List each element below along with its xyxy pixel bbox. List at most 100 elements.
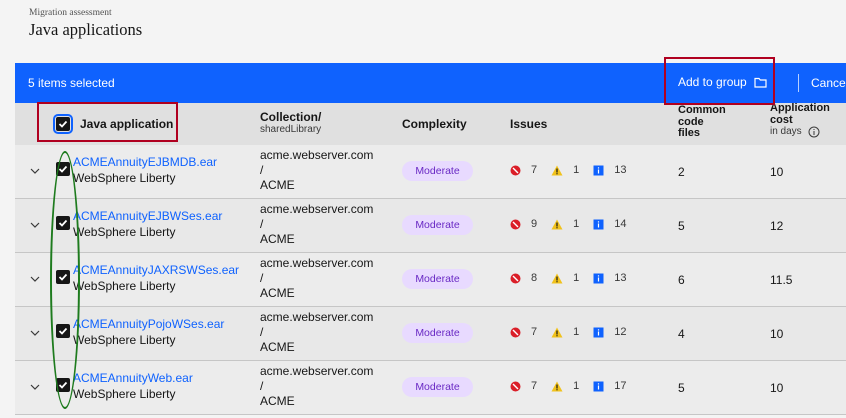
application-link[interactable]: ACMEAnnuityPojoWSes.ear [73, 317, 224, 331]
table-row: ACMEAnnuityPojoWSes.ear WebSphere Libert… [15, 307, 846, 361]
issues-cell: 7 1 13 [510, 164, 641, 176]
issues-cell: 8 1 13 [510, 272, 641, 284]
table-row: ACMEAnnuityWeb.ear WebSphere Liberty acm… [15, 361, 846, 415]
application-link[interactable]: ACMEAnnuityJAXRSWSes.ear [73, 263, 239, 277]
runtime-label: WebSphere Liberty [73, 387, 176, 401]
critical-count: 8 [531, 272, 538, 284]
error-filled-icon [510, 381, 521, 391]
folder-icon [754, 77, 767, 88]
warning-alt-filled-icon [551, 219, 563, 229]
checkmark-icon [58, 381, 68, 389]
page-title: Java applications [29, 20, 143, 39]
row-checkbox[interactable] [56, 162, 70, 176]
warning-count: 1 [573, 164, 580, 176]
application-cost-value: 10 [770, 327, 784, 341]
collection-library: ACME [260, 178, 295, 192]
column-issues[interactable]: Issues [510, 117, 547, 131]
info-count: 13 [614, 164, 627, 176]
application-link[interactable]: ACMEAnnuityWeb.ear [73, 371, 193, 385]
complexity-tag: Moderate [402, 215, 473, 235]
issues-cell: 9 1 14 [510, 218, 641, 230]
common-code-files-value: 2 [678, 165, 685, 179]
application-cost-value: 10 [770, 165, 784, 179]
collection-separator: / [260, 325, 264, 339]
collection-host: acme.webserver.com [260, 202, 374, 216]
checkmark-icon [58, 327, 68, 335]
column-application-cost[interactable]: Application cost in days [770, 102, 830, 138]
collection-cell: acme.webserver.com / ACME [260, 202, 373, 247]
checkmark-icon [58, 273, 68, 281]
complexity-tag: Moderate [402, 323, 473, 343]
common-code-files-value: 5 [678, 219, 685, 233]
collection-host: acme.webserver.com [260, 310, 374, 324]
critical-count: 7 [531, 164, 538, 176]
runtime-label: WebSphere Liberty [73, 225, 176, 239]
complexity-tag: Moderate [402, 269, 473, 289]
row-checkbox[interactable] [56, 216, 70, 230]
chevron-down-icon[interactable] [30, 381, 40, 393]
collection-cell: acme.webserver.com / ACME [260, 364, 373, 409]
runtime-label: WebSphere Liberty [73, 279, 176, 293]
collection-library: ACME [260, 232, 295, 246]
application-link[interactable]: ACMEAnnuityEJBWSes.ear [73, 209, 222, 223]
warning-alt-filled-icon [551, 273, 563, 283]
collection-cell: acme.webserver.com / ACME [260, 256, 373, 301]
checkmark-icon [58, 219, 68, 227]
collection-library: ACME [260, 286, 295, 300]
chevron-down-icon[interactable] [30, 165, 40, 177]
table-row: ACMEAnnuityJAXRSWSes.ear WebSphere Liber… [15, 253, 846, 307]
column-collection[interactable]: Collection/ sharedLibrary [260, 110, 321, 135]
information-square-filled-icon [593, 165, 604, 175]
select-all-checkbox[interactable] [53, 114, 73, 134]
info-count: 14 [614, 218, 627, 230]
column-java-application[interactable]: Java application [80, 117, 173, 131]
collection-separator: / [260, 379, 264, 393]
complexity-tag: Moderate [402, 161, 473, 181]
warning-count: 1 [573, 326, 580, 338]
critical-count: 7 [531, 326, 538, 338]
column-collection-sub: sharedLibrary [260, 124, 322, 135]
breadcrumb[interactable]: Migration assessment [29, 8, 112, 18]
column-complexity[interactable]: Complexity [402, 117, 467, 131]
collection-host: acme.webserver.com [260, 256, 374, 270]
issues-cell: 7 1 12 [510, 326, 641, 338]
collection-separator: / [260, 271, 264, 285]
critical-count: 7 [531, 380, 538, 392]
common-code-line3: files [678, 127, 701, 139]
row-checkbox[interactable] [56, 324, 70, 338]
row-checkbox[interactable] [56, 270, 70, 284]
information-square-filled-icon [593, 381, 604, 391]
information-icon[interactable] [808, 126, 820, 138]
application-link[interactable]: ACMEAnnuityEJBMDB.ear [73, 155, 217, 169]
table-row: ACMEAnnuityEJBWSes.ear WebSphere Liberty… [15, 199, 846, 253]
add-to-group-label: Add to group [678, 75, 747, 89]
collection-library: ACME [260, 340, 295, 354]
warning-alt-filled-icon [551, 327, 563, 337]
application-cost-value: 11.5 [770, 273, 793, 287]
information-square-filled-icon [593, 219, 604, 229]
column-collection-label: Collection/ [260, 110, 322, 124]
error-filled-icon [510, 327, 521, 337]
cost-sub: in days [770, 126, 802, 138]
common-code-files-value: 4 [678, 327, 685, 341]
collection-host: acme.webserver.com [260, 148, 374, 162]
add-to-group-button[interactable]: Add to group [678, 75, 767, 89]
info-count: 12 [614, 326, 627, 338]
column-common-code-files[interactable]: Common code files [678, 104, 726, 140]
error-filled-icon [510, 165, 521, 175]
cancel-button[interactable]: Cancel [811, 76, 846, 90]
chevron-down-icon[interactable] [30, 273, 40, 285]
page-header: Migration assessment Java applications [0, 0, 846, 62]
runtime-label: WebSphere Liberty [73, 171, 176, 185]
table-header: Java application Collection/ sharedLibra… [15, 102, 846, 145]
runtime-label: WebSphere Liberty [73, 333, 176, 347]
row-checkbox[interactable] [56, 378, 70, 392]
common-code-files-value: 5 [678, 381, 685, 395]
selected-count: 5 items selected [28, 76, 115, 90]
collection-separator: / [260, 163, 264, 177]
error-filled-icon [510, 273, 521, 283]
chevron-down-icon[interactable] [30, 327, 40, 339]
chevron-down-icon[interactable] [30, 219, 40, 231]
collection-separator: / [260, 217, 264, 231]
complexity-tag: Moderate [402, 377, 473, 397]
